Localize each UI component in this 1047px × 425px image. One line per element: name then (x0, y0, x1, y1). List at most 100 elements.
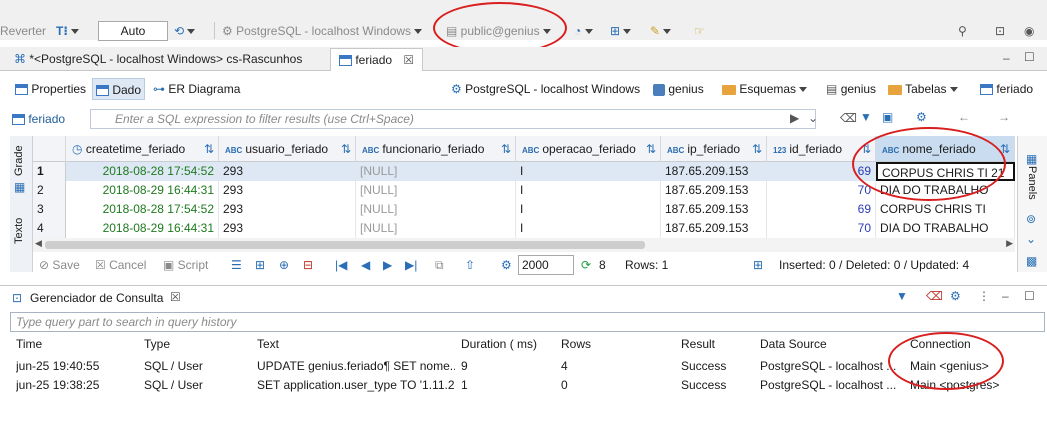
filter-icon[interactable]: ▼ (860, 110, 872, 124)
col-type[interactable]: Type (144, 336, 170, 352)
transaction-mode-icon[interactable]: T⁝ (56, 21, 80, 41)
save-button[interactable]: ⊘ Save (39, 256, 80, 274)
breadcrumb-schemas[interactable]: Esquemas (722, 80, 808, 98)
cell-funcionario[interactable]: [NULL] (356, 181, 516, 200)
cell-usuario[interactable]: 293 (219, 200, 356, 219)
close-icon[interactable]: ☒ (170, 290, 181, 304)
scroll-right-icon[interactable]: ▶ (1006, 238, 1013, 249)
dbeaver-icon[interactable]: ◉ (1024, 21, 1034, 41)
cell-ip[interactable]: 187.65.209.153 (661, 181, 767, 200)
first-page-icon[interactable]: |◀ (335, 256, 347, 274)
cell-funcionario[interactable]: [NULL] (356, 200, 516, 219)
tab-feriado[interactable]: feriado ☒ (330, 48, 424, 71)
column-header-usuario[interactable]: ABC usuario_feriado ⇅ (219, 136, 356, 162)
maximize-icon[interactable]: ☐ (1024, 50, 1035, 64)
network-icon[interactable]: ⊞ (610, 21, 632, 41)
cell-ip[interactable]: 187.65.209.153 (661, 162, 767, 181)
minimize-icon[interactable]: – (1003, 51, 1010, 65)
edit-row-icon[interactable]: ☰ (231, 256, 242, 274)
history-rows[interactable]: 0 (561, 376, 671, 394)
filter-icon[interactable]: ▼ (896, 289, 908, 303)
col-datasource[interactable]: Data Source (760, 336, 827, 352)
scrollbar-thumb[interactable] (45, 241, 645, 249)
settings-icon[interactable]: ⚙ (916, 110, 927, 124)
add-row-icon[interactable]: ⊞ (255, 256, 265, 274)
sort-icon[interactable]: ⇅ (646, 136, 656, 162)
cell-id[interactable]: 70 (767, 181, 876, 200)
minimize-icon[interactable]: – (1002, 289, 1009, 303)
wand-icon[interactable]: ✎ (650, 21, 672, 41)
cell-operacao[interactable]: I (516, 181, 661, 200)
cell-operacao[interactable]: I (516, 200, 661, 219)
perspective-icon[interactable]: ⊡ (995, 21, 1005, 41)
panels-icon[interactable]: ▦ (1026, 152, 1037, 166)
tab-script[interactable]: ⌘ *<PostgreSQL - localhost Windows> cs-R… (6, 48, 310, 70)
filter-history-icon[interactable]: ⌄ (808, 111, 818, 125)
breadcrumb-schema[interactable]: ▤ genius (826, 80, 876, 98)
cell-createtime[interactable]: 2018-08-28 17:54:52 (66, 162, 219, 181)
fetch-all-icon[interactable]: ⧉ (435, 256, 444, 274)
delete-row-icon[interactable]: ⊟ (303, 256, 313, 274)
cell-createtime[interactable]: 2018-08-28 17:54:52 (66, 200, 219, 219)
cell-usuario[interactable]: 293 (219, 181, 356, 200)
export-icon[interactable]: ⇧ (465, 256, 475, 274)
breadcrumb-connection[interactable]: ⚙ PostgreSQL - localhost Windows (451, 80, 640, 98)
history-duration[interactable]: 9 (461, 357, 551, 375)
panels-label[interactable]: Panels (1026, 166, 1038, 200)
calc-icon[interactable]: ⊚ (1026, 212, 1036, 226)
prev-page-icon[interactable]: ◀ (361, 256, 370, 274)
breadcrumb-tables[interactable]: Tabelas (888, 80, 958, 98)
cell-funcionario[interactable]: [NULL] (356, 162, 516, 181)
col-duration[interactable]: Duration ( ms) (461, 336, 537, 352)
row-number[interactable]: 2 (33, 181, 66, 200)
cell-usuario[interactable]: 293 (219, 162, 356, 181)
refresh-icon[interactable]: ⟳ (581, 256, 591, 274)
col-time[interactable]: Time (16, 336, 42, 352)
dashboard-icon[interactable]: ◔ (574, 21, 593, 41)
history-icon[interactable]: ⟲ (174, 21, 196, 41)
commit-mode-select[interactable]: Auto (98, 21, 168, 41)
grid-icon[interactable]: ▦ (14, 180, 25, 194)
breadcrumb-table[interactable]: feriado (980, 80, 1033, 98)
col-text[interactable]: Text (257, 336, 279, 352)
row-number[interactable]: 4 (33, 219, 66, 238)
cell-id[interactable]: 70 (767, 219, 876, 238)
filter-input[interactable]: Enter a SQL expression to filter results… (90, 109, 816, 129)
row-number[interactable]: 3 (33, 200, 66, 219)
history-settings-icon[interactable]: ⚙ (950, 289, 961, 303)
apply-filter-icon[interactable]: ▶ (790, 111, 799, 125)
forward-icon[interactable]: → (998, 110, 1010, 124)
settings-icon[interactable]: ⚙ (501, 256, 512, 274)
horizontal-scrollbar[interactable]: ◀ ▶ (33, 238, 1015, 252)
clear-history-icon[interactable]: ⌫ (926, 289, 943, 303)
cell-nome[interactable]: DIA DO TRABALHO (876, 219, 1015, 238)
column-header-funcionario[interactable]: ABC funcionario_feriado ⇅ (356, 136, 516, 162)
row-number[interactable]: 1 (33, 162, 66, 181)
col-rows[interactable]: Rows (561, 336, 591, 352)
sort-icon[interactable]: ⇅ (341, 136, 351, 162)
history-type[interactable]: SQL / User (144, 357, 252, 375)
filter-table-tag[interactable]: feriado (12, 109, 65, 129)
tab-data[interactable]: Dado (92, 78, 146, 100)
query-history-search[interactable]: Type query part to search in query histo… (10, 312, 1045, 332)
cell-nome[interactable]: CORPUS CHRIS TI (876, 200, 1015, 219)
save-filter-icon[interactable]: ▣ (882, 110, 893, 124)
fetch-size-input[interactable]: 2000 (518, 255, 574, 275)
view-menu-icon[interactable]: ⋮ (978, 289, 990, 303)
sort-icon[interactable]: ⇅ (752, 136, 762, 162)
tab-text[interactable]: Texto (13, 218, 25, 244)
history-datasource[interactable]: PostgreSQL - localhost ... (760, 376, 900, 394)
tab-grid[interactable]: Grade (13, 145, 25, 176)
cell-ip[interactable]: 187.65.209.153 (661, 219, 767, 238)
sort-icon[interactable]: ⇅ (501, 136, 511, 162)
column-header-operacao[interactable]: ABC operacao_feriado ⇅ (516, 136, 661, 162)
col-result[interactable]: Result (681, 336, 715, 352)
cell-ip[interactable]: 187.65.209.153 (661, 200, 767, 219)
maximize-icon[interactable]: ☐ (1024, 289, 1035, 303)
history-time[interactable]: jun-25 19:38:25 (16, 376, 140, 394)
tab-er-diagram[interactable]: ⊶ ER Diagrama (150, 78, 243, 100)
history-duration[interactable]: 1 (461, 376, 551, 394)
cell-id[interactable]: 69 (767, 200, 876, 219)
erase-icon[interactable]: ⌫ (840, 111, 857, 125)
next-page-icon[interactable]: ▶ (383, 256, 392, 274)
